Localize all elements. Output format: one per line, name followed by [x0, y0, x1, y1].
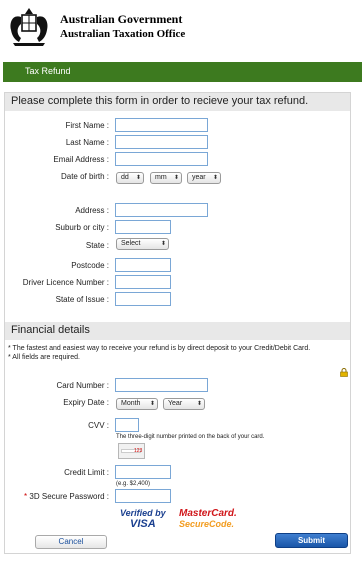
email-field[interactable] — [115, 152, 208, 166]
agency-title: Australian Taxation Office — [60, 28, 186, 40]
cvv-label: CVV : — [88, 421, 109, 430]
nav-bar: Tax Refund — [3, 62, 362, 82]
expiry-label: Expiry Date : — [63, 398, 109, 407]
card-number-field[interactable] — [115, 378, 208, 392]
form-intro-text: Please complete this form in order to re… — [11, 95, 309, 107]
licence-label: Driver Licence Number : — [22, 278, 109, 287]
dob-year-value: year — [192, 174, 206, 181]
credit-limit-hint: (e.g. $2,400) — [116, 481, 151, 487]
chevron-down-icon: ⬍ — [135, 175, 141, 181]
issue-state-label: State of Issue : — [55, 295, 109, 304]
form-intro-header: Please complete this form in order to re… — [5, 93, 350, 111]
suburb-label: Suburb or city : — [55, 223, 109, 232]
address-field[interactable] — [115, 203, 208, 217]
dob-day-value: dd — [121, 174, 129, 181]
credit-limit-label: Credit Limit : — [64, 468, 109, 477]
chevron-down-icon: ⬍ — [149, 401, 155, 407]
card-number-label: Card Number : — [56, 381, 109, 390]
verified-by-visa-logo: Verified by VISA — [118, 508, 174, 530]
financial-notes: * The fastest and easiest way to receive… — [8, 344, 343, 362]
state-label: State : — [85, 241, 109, 250]
financial-heading: Financial details — [11, 324, 90, 336]
cancel-button[interactable]: Cancel — [35, 535, 107, 549]
licence-field[interactable] — [115, 275, 171, 289]
direct-deposit-note: * The fastest and easiest way to receive… — [8, 345, 311, 352]
dob-label: Date of birth : — [60, 172, 109, 181]
mc-logo-line2: SecureCode. — [179, 519, 235, 529]
postcode-label: Postcode : — [71, 261, 109, 270]
dob-year-select[interactable]: year ⬍ — [187, 172, 221, 184]
expiry-year-value: Year — [168, 400, 183, 407]
issue-state-field[interactable] — [115, 292, 171, 306]
credit-limit-field[interactable] — [115, 465, 171, 479]
chevron-down-icon: ⬍ — [196, 401, 202, 407]
government-title: Australian Government — [60, 12, 183, 26]
site-header: Australian Government Australian Taxatio… — [0, 0, 362, 56]
visa-logo-line1: Verified by — [120, 508, 166, 518]
secure-password-field[interactable] — [115, 489, 171, 503]
first-name-label: First Name : — [65, 121, 109, 130]
expiry-month-select[interactable]: Month ⬍ — [116, 398, 158, 410]
mc-logo-line1: MasterCard. — [179, 508, 237, 519]
financial-header: Financial details — [5, 322, 350, 340]
card-back-icon: 123 — [118, 443, 145, 459]
coat-of-arms-icon — [10, 8, 48, 46]
secure-password-text: 3D Secure Password : — [29, 492, 109, 501]
suburb-field[interactable] — [115, 220, 171, 234]
submit-button[interactable]: Submit — [275, 533, 348, 548]
required-note: * All fields are required. — [8, 354, 80, 361]
required-star: * — [24, 492, 28, 501]
cvv-help-text: The three-digit number printed on the ba… — [116, 434, 265, 440]
expiry-year-select[interactable]: Year ⬍ — [163, 398, 205, 410]
postcode-field[interactable] — [115, 258, 171, 272]
last-name-label: Last Name : — [65, 138, 109, 147]
dob-day-select[interactable]: dd ⬍ — [116, 172, 144, 184]
expiry-month-value: Month — [121, 400, 141, 407]
secure-password-label: * 3D Secure Password : — [24, 492, 109, 501]
chevron-down-icon: ⬍ — [212, 175, 218, 181]
last-name-field[interactable] — [115, 135, 208, 149]
address-label: Address : — [75, 206, 109, 215]
chevron-down-icon: ⬍ — [173, 175, 179, 181]
email-label: Email Address : — [53, 155, 109, 164]
lock-icon — [340, 368, 348, 377]
tab-tax-refund[interactable]: Tax Refund — [25, 66, 71, 76]
chevron-down-icon: ⬍ — [160, 241, 166, 247]
visa-logo-line2: VISA — [130, 518, 156, 530]
state-value: Select — [121, 240, 141, 247]
cvv-field[interactable] — [115, 418, 139, 432]
state-select[interactable]: Select ⬍ — [116, 238, 169, 250]
dob-month-select[interactable]: mm ⬍ — [150, 172, 182, 184]
dob-month-value: mm — [155, 174, 167, 181]
first-name-field[interactable] — [115, 118, 208, 132]
mastercard-securecode-logo: MasterCard. SecureCode. — [177, 508, 237, 530]
